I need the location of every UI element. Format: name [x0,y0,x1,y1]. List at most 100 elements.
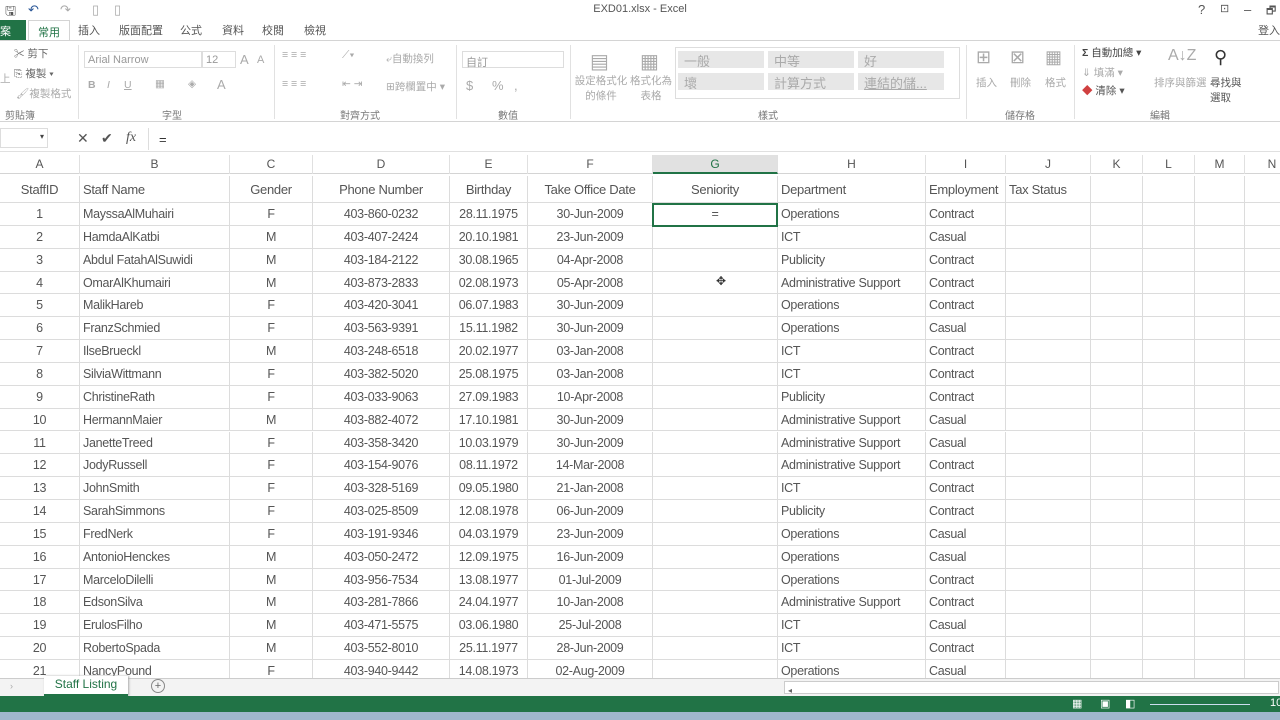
sheet-tab-staff-listing[interactable]: Staff Listing [44,676,128,696]
cell-staff-name[interactable]: Staff Name [80,176,230,202]
cell-empty[interactable] [1245,500,1280,522]
cell-empty[interactable] [1195,660,1245,678]
cell-gender[interactable]: M [230,248,313,271]
column-header-c[interactable]: C [230,155,313,174]
cell-staffid[interactable]: 6 [0,317,80,340]
cell-tax-status[interactable] [1006,271,1091,294]
cell-department[interactable]: Administrative Support [778,431,926,454]
cell-seniority[interactable] [653,614,778,637]
format-cells-button[interactable]: 格式 [1045,75,1066,90]
cell-empty[interactable] [1091,317,1143,340]
orientation-icon[interactable]: ⟋▾ [342,49,354,62]
cell-department[interactable]: Administrative Support [778,454,926,477]
cell-seniority[interactable] [653,637,778,659]
cell-department[interactable]: ICT [778,477,926,500]
cell-staffid[interactable]: 7 [0,340,80,362]
cell-tax-status[interactable] [1006,522,1091,545]
cell-employment[interactable]: Contract [926,362,1006,385]
cell-department[interactable]: ICT [778,225,926,248]
currency-button[interactable]: $ [466,78,473,93]
cancel-button[interactable]: ✕ [77,130,89,147]
cell-staffid[interactable]: 16 [0,545,80,568]
column-header-e[interactable]: E [450,155,528,174]
column-header-l[interactable]: L [1143,155,1195,174]
cell-employment[interactable]: Contract [926,340,1006,362]
cell-gender[interactable]: Gender [230,176,313,202]
cell-seniority[interactable] [653,591,778,614]
cell-empty[interactable] [1245,363,1280,385]
cell-department[interactable]: ICT [778,637,926,659]
cell-empty[interactable] [1091,385,1143,408]
cell-empty[interactable] [1245,272,1280,294]
cell-empty[interactable] [1245,477,1280,499]
cell-staffid[interactable]: 4 [0,271,80,294]
cell-empty[interactable] [1143,248,1195,271]
enter-button[interactable]: ✔ [101,130,113,147]
cell-tax-status[interactable] [1006,660,1091,678]
cell-empty[interactable] [1143,203,1195,225]
cell-empty[interactable] [1143,614,1195,637]
formula-input[interactable]: = [148,128,1280,150]
cell-empty[interactable] [1143,545,1195,568]
cell-empty[interactable] [1091,568,1143,591]
cell-empty[interactable] [1245,409,1280,431]
cell-empty[interactable] [1245,569,1280,591]
cell-empty[interactable] [1143,176,1195,202]
format-as-table-icon[interactable]: ▦ [640,49,659,74]
cell-staff-name[interactable]: IlseBrueckl [80,340,230,362]
cell-staff-name[interactable]: HamdaAlKatbi [80,225,230,248]
cell-employment[interactable]: Contract [926,500,1006,522]
cell-phone-number[interactable]: 403-563-9391 [313,317,450,340]
cell-empty[interactable] [1143,431,1195,454]
cell-department[interactable]: Operations [778,317,926,340]
cell-empty[interactable] [1091,591,1143,614]
cell-phone-number[interactable]: 403-154-9076 [313,454,450,477]
cell-empty[interactable] [1245,637,1280,659]
wrap-text-button[interactable]: ⤶自動換列 [386,51,434,66]
cell-empty[interactable] [1143,340,1195,362]
cell-seniority[interactable] [653,522,778,545]
cell-staff-name[interactable]: HermannMaier [80,408,230,431]
find-select-button[interactable]: 尋找與選取 [1210,75,1244,105]
column-header-i[interactable]: I [926,155,1006,174]
cell-phone-number[interactable]: 403-328-5169 [313,477,450,500]
cell-employment[interactable]: Casual [926,614,1006,637]
cell-take-office-date[interactable]: 10-Jan-2008 [528,591,653,614]
cell-department[interactable]: ICT [778,362,926,385]
cell-staff-name[interactable]: EdsonSilva [80,591,230,614]
column-header-n[interactable]: N [1245,155,1280,174]
worksheet-grid[interactable]: ✥ StaffID Staff Name Gender Phone Number Bir… [0,176,1280,678]
cell-employment[interactable]: Employment [926,176,1006,202]
fill-color-icon[interactable]: ◈ [188,78,196,90]
cell-empty[interactable] [1195,225,1245,248]
cell-take-office-date[interactable]: 04-Apr-2008 [528,248,653,271]
cell-empty[interactable] [1195,385,1245,408]
page-break-view-icon[interactable]: ◧ [1125,697,1135,710]
cell-staff-name[interactable]: JohnSmith [80,477,230,500]
cell-staff-name[interactable]: JanetteTreed [80,431,230,454]
cell-seniority[interactable] [653,545,778,568]
cell-employment[interactable]: Contract [926,591,1006,614]
cell-staffid[interactable]: 18 [0,591,80,614]
cell-empty[interactable] [1245,591,1280,613]
cell-phone-number[interactable]: 403-191-9346 [313,522,450,545]
cell-empty[interactable] [1245,454,1280,476]
help-button[interactable]: ? [1198,2,1205,17]
cell-gender[interactable]: M [230,271,313,294]
cell-empty[interactable] [1245,340,1280,362]
cell-staffid[interactable]: 14 [0,500,80,522]
cell-phone-number[interactable]: 403-882-4072 [313,408,450,431]
cell-tax-status[interactable] [1006,362,1091,385]
cell-gender[interactable]: F [230,660,313,678]
cell-phone-number[interactable]: 403-050-2472 [313,545,450,568]
page-layout-view-icon[interactable]: ▣ [1100,697,1110,710]
cell-tax-status[interactable] [1006,454,1091,477]
cell-department[interactable]: ICT [778,614,926,637]
cell-birthday[interactable]: 02.08.1973 [450,271,528,294]
cell-staff-name[interactable]: Abdul FatahAlSuwidi [80,248,230,271]
insert-cells-button[interactable]: 插入 [976,75,997,90]
cell-tax-status[interactable] [1006,340,1091,362]
active-cell[interactable] [652,203,778,227]
cell-tax-status[interactable] [1006,637,1091,659]
cell-empty[interactable] [1143,385,1195,408]
